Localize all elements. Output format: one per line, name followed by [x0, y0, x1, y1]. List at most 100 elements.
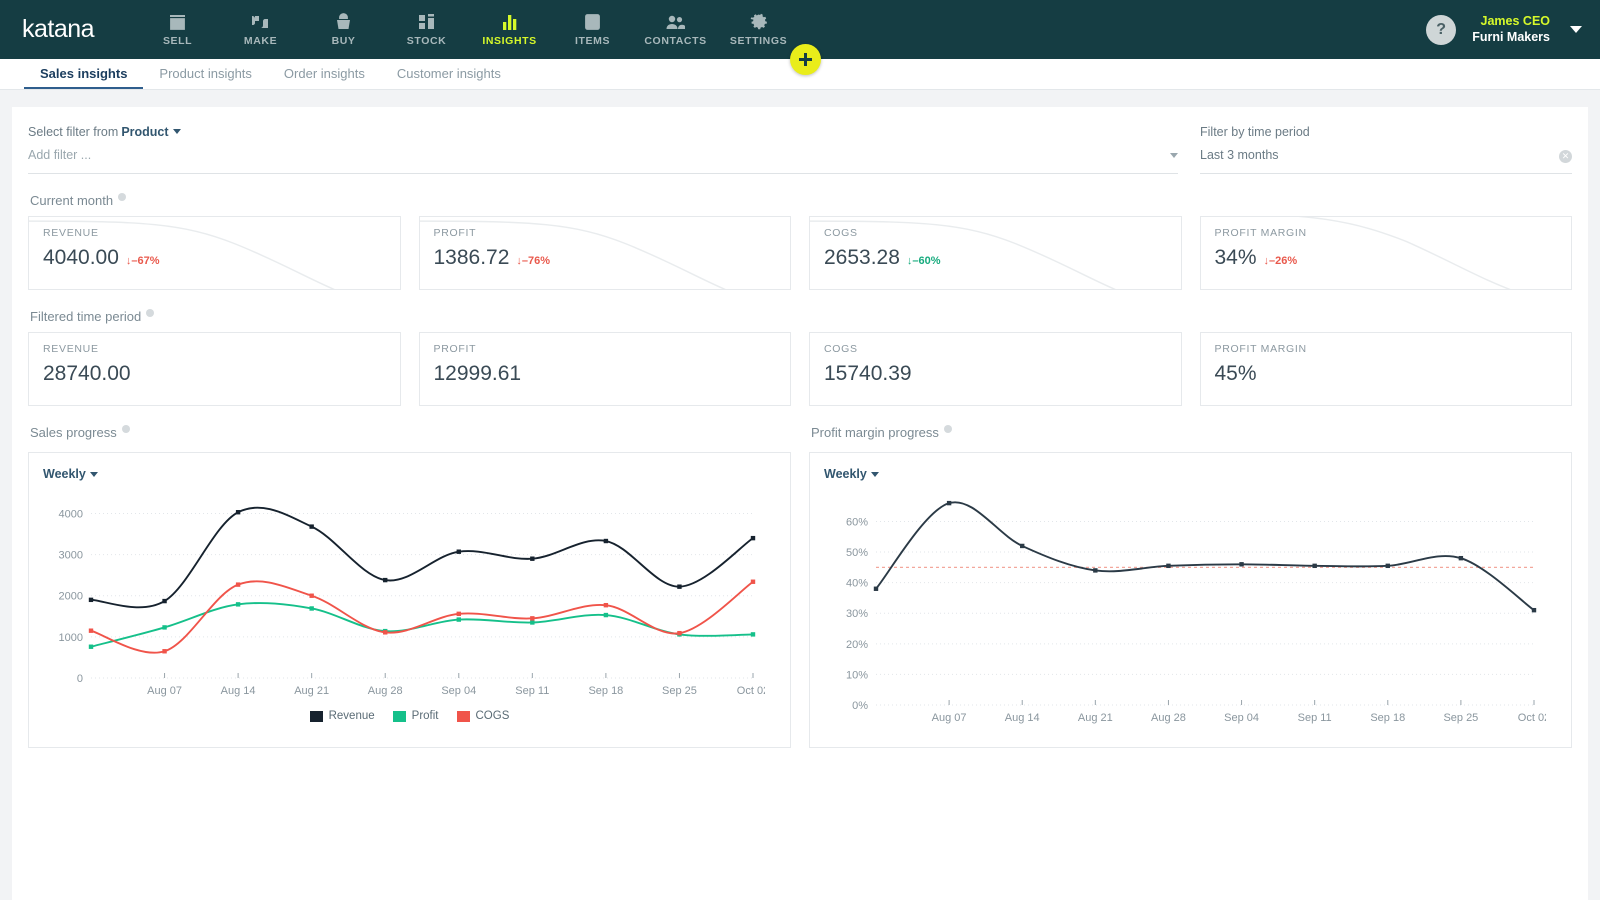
- katana-logo[interactable]: katana: [22, 15, 95, 44]
- chevron-down-icon[interactable]: [870, 471, 879, 477]
- quick-add-button[interactable]: [790, 44, 821, 75]
- sales-granularity-selector[interactable]: Weekly: [43, 467, 98, 481]
- nav-label: STOCK: [406, 35, 447, 47]
- svg-text:Sep 25: Sep 25: [662, 685, 697, 697]
- margin-progress-title: Profit margin progress: [811, 425, 939, 440]
- tab-customer-insights[interactable]: Customer insights: [381, 59, 517, 89]
- kpi-delta: ↓–67%: [125, 255, 160, 267]
- info-icon[interactable]: [943, 425, 952, 433]
- legend-item-profit[interactable]: Profit: [392, 710, 439, 722]
- kpi-card-revenue-current[interactable]: REVENUE 4040.00 ↓–67%: [28, 216, 401, 290]
- hands-make-icon: [250, 12, 271, 31]
- svg-text:Aug 21: Aug 21: [294, 685, 329, 697]
- filter-source-value[interactable]: Product: [121, 125, 168, 139]
- chevron-down-icon[interactable]: [1170, 153, 1178, 158]
- select-filter-from-label: Select filter from Product: [28, 125, 1178, 139]
- tab-sales-insights[interactable]: Sales insights: [24, 59, 144, 89]
- close-icon[interactable]: ✕: [1559, 150, 1572, 163]
- people-icon: [665, 12, 686, 31]
- top-navigation-bar: katana SELL MAKE BUY STOCK INSIGHTS ITEM…: [0, 0, 1600, 75]
- charts-row: Weekly 0 1000 2000 3000 4000 Aug 07 Aug 14 Aug …: [28, 452, 1572, 748]
- kpi-label: PROFIT: [433, 343, 477, 355]
- nav-label: INSIGHTS: [482, 35, 537, 47]
- chevron-down-icon[interactable]: [172, 129, 181, 134]
- time-period-input[interactable]: Last 3 months ✕: [1200, 148, 1572, 174]
- legend-item-revenue[interactable]: Revenue: [309, 710, 375, 722]
- nav-item-settings[interactable]: SETTINGS: [717, 0, 800, 59]
- kpi-card-profit-margin-filtered[interactable]: PROFIT MARGIN 45%: [1199, 332, 1572, 406]
- svg-text:2000: 2000: [59, 591, 83, 603]
- kpi-label: PROFIT: [433, 227, 477, 239]
- svg-text:Aug 14: Aug 14: [1005, 712, 1040, 724]
- legend-swatch-cogs: [456, 710, 470, 722]
- kpi-value: 4040.00: [43, 246, 119, 269]
- user-menu[interactable]: James CEO Furni Makers: [1472, 14, 1550, 45]
- add-filter-placeholder: Add filter ...: [28, 148, 92, 162]
- svg-text:0: 0: [77, 673, 83, 685]
- kpi-label: COGS: [824, 343, 858, 355]
- kpi-card-profit-filtered[interactable]: PROFIT 12999.61: [418, 332, 791, 406]
- user-name: James CEO: [1480, 13, 1550, 28]
- tab-label: Customer insights: [396, 65, 501, 81]
- svg-text:Sep 18: Sep 18: [588, 685, 623, 697]
- kpi-card-profit-margin-current[interactable]: PROFIT MARGIN 34% ↓–26%: [1199, 216, 1572, 290]
- kpi-value: 34%: [1214, 246, 1257, 269]
- svg-text:40%: 40%: [846, 578, 868, 590]
- time-period-filter-group: Filter by time period Last 3 months ✕: [1200, 125, 1572, 174]
- legend-swatch-revenue: [309, 710, 323, 722]
- tab-label: Sales insights: [40, 65, 128, 81]
- help-icon[interactable]: ?: [1426, 14, 1457, 45]
- kpi-value: 15740.39: [824, 362, 912, 385]
- granularity-label: Weekly: [824, 467, 867, 481]
- kpi-label: REVENUE: [43, 343, 99, 355]
- main-nav: SELL MAKE BUY STOCK INSIGHTS ITEMS CONTA…: [136, 0, 800, 59]
- tab-order-insights[interactable]: Order insights: [268, 59, 381, 89]
- info-icon[interactable]: [146, 309, 155, 317]
- filtered-period-heading: Filtered time period: [30, 309, 1572, 324]
- svg-text:Sep 11: Sep 11: [1298, 712, 1332, 724]
- sales-progress-title: Sales progress: [30, 425, 117, 440]
- sales-progress-plot[interactable]: 0 1000 2000 3000 4000 Aug 07 Aug 14 Aug 21 Aug 2…: [43, 483, 765, 708]
- info-icon[interactable]: [121, 425, 130, 433]
- nav-item-items[interactable]: ITEMS: [551, 0, 634, 59]
- margin-progress-heading: Profit margin progress: [811, 425, 1572, 440]
- kpi-delta: ↓–26%: [1263, 255, 1298, 267]
- info-icon[interactable]: [118, 193, 127, 201]
- nav-item-make[interactable]: MAKE: [219, 0, 302, 59]
- margin-progress-plot[interactable]: 0% 10% 20% 30% 40% 50% 60% Aug 07 Aug 14 Aug 21 Au…: [824, 483, 1546, 735]
- kpi-value: 28740.00: [43, 362, 131, 385]
- current-month-heading: Current month: [30, 193, 1572, 208]
- nav-item-insights[interactable]: INSIGHTS: [468, 0, 551, 59]
- header-right-cluster: ? James CEO Furni Makers: [1426, 14, 1582, 45]
- legend-label: Revenue: [328, 710, 375, 722]
- chevron-down-icon[interactable]: [89, 471, 98, 477]
- chevron-down-icon[interactable]: [1570, 26, 1582, 33]
- nav-label: SELL: [162, 35, 193, 47]
- kpi-card-revenue-filtered[interactable]: REVENUE 28740.00: [28, 332, 401, 406]
- select-filter-from-text: Select filter from: [28, 125, 119, 139]
- tab-product-insights[interactable]: Product insights: [143, 59, 268, 89]
- charts-heading-row: Sales progress Profit margin progress: [28, 406, 1572, 448]
- svg-text:0%: 0%: [852, 700, 868, 712]
- product-filter-group: Select filter from Product Add filter ...: [28, 125, 1178, 174]
- tab-label: Product insights: [159, 65, 252, 81]
- sales-progress-heading: Sales progress: [30, 425, 791, 440]
- nav-label: ITEMS: [575, 35, 611, 47]
- kpi-card-cogs-filtered[interactable]: COGS 15740.39: [809, 332, 1182, 406]
- user-company: Furni Makers: [1472, 29, 1550, 44]
- legend-item-cogs[interactable]: COGS: [456, 710, 509, 722]
- kpi-label: PROFIT MARGIN: [1214, 343, 1307, 355]
- nav-item-contacts[interactable]: CONTACTS: [634, 0, 717, 59]
- kpi-label: PROFIT MARGIN: [1214, 227, 1307, 239]
- nav-item-sell[interactable]: SELL: [136, 0, 219, 59]
- add-filter-input[interactable]: Add filter ...: [28, 148, 1178, 174]
- svg-text:Oct 02: Oct 02: [737, 685, 765, 697]
- nav-item-buy[interactable]: BUY: [302, 0, 385, 59]
- svg-text:Sep 18: Sep 18: [1370, 712, 1405, 724]
- bar-chart-icon: [500, 12, 519, 31]
- kpi-card-cogs-current[interactable]: COGS 2653.28 ↓–60%: [809, 216, 1182, 290]
- margin-granularity-selector[interactable]: Weekly: [824, 467, 879, 481]
- nav-item-stock[interactable]: STOCK: [385, 0, 468, 59]
- page-body: Select filter from Product Add filter ...…: [0, 90, 1600, 900]
- kpi-card-profit-current[interactable]: PROFIT 1386.72 ↓–76%: [418, 216, 791, 290]
